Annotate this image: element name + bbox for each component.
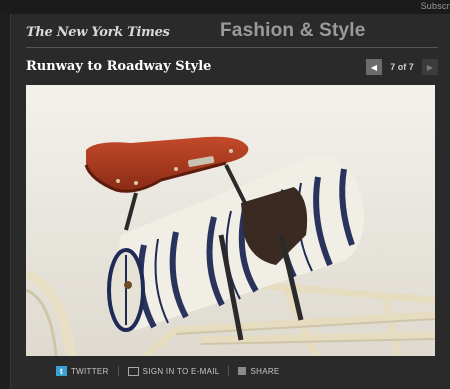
bicycle-bag-image <box>26 85 435 356</box>
divider <box>26 47 438 48</box>
next-button[interactable]: ▶ <box>422 59 438 75</box>
separator <box>228 366 230 376</box>
share-button[interactable]: SHARE <box>238 367 279 376</box>
share-icon <box>238 367 247 375</box>
slideshow-header: Runway to Roadway Style ◀ 7 of 7 ▶ <box>26 58 438 78</box>
top-bar: Subscri <box>0 0 450 14</box>
section-title: Fashion & Style <box>220 20 366 41</box>
share-toolbar: t TWITTER SIGN IN TO E-MAIL SHARE <box>56 364 280 378</box>
prev-button[interactable]: ◀ <box>366 59 382 75</box>
twitter-button[interactable]: t TWITTER <box>56 366 109 376</box>
subscribe-link[interactable]: Subscri <box>421 1 450 11</box>
masthead: The New York Times Fashion & Style <box>26 20 446 44</box>
next-arrow-icon: ▶ <box>426 62 434 72</box>
separator <box>117 366 119 376</box>
email-icon <box>127 366 139 376</box>
email-button[interactable]: SIGN IN TO E-MAIL <box>127 366 220 376</box>
share-label: SHARE <box>250 366 280 376</box>
pager: ◀ 7 of 7 ▶ <box>366 58 438 76</box>
slide-counter: 7 of 7 <box>390 62 414 72</box>
slideshow-title: Runway to Roadway Style <box>26 59 212 74</box>
slideshow-photo <box>26 85 435 356</box>
twitter-icon: t <box>56 366 67 376</box>
email-label: SIGN IN TO E-MAIL <box>142 366 220 376</box>
nyt-logo[interactable]: The New York Times <box>26 25 170 40</box>
prev-arrow-icon: ◀ <box>370 62 378 72</box>
twitter-label: TWITTER <box>71 366 109 376</box>
